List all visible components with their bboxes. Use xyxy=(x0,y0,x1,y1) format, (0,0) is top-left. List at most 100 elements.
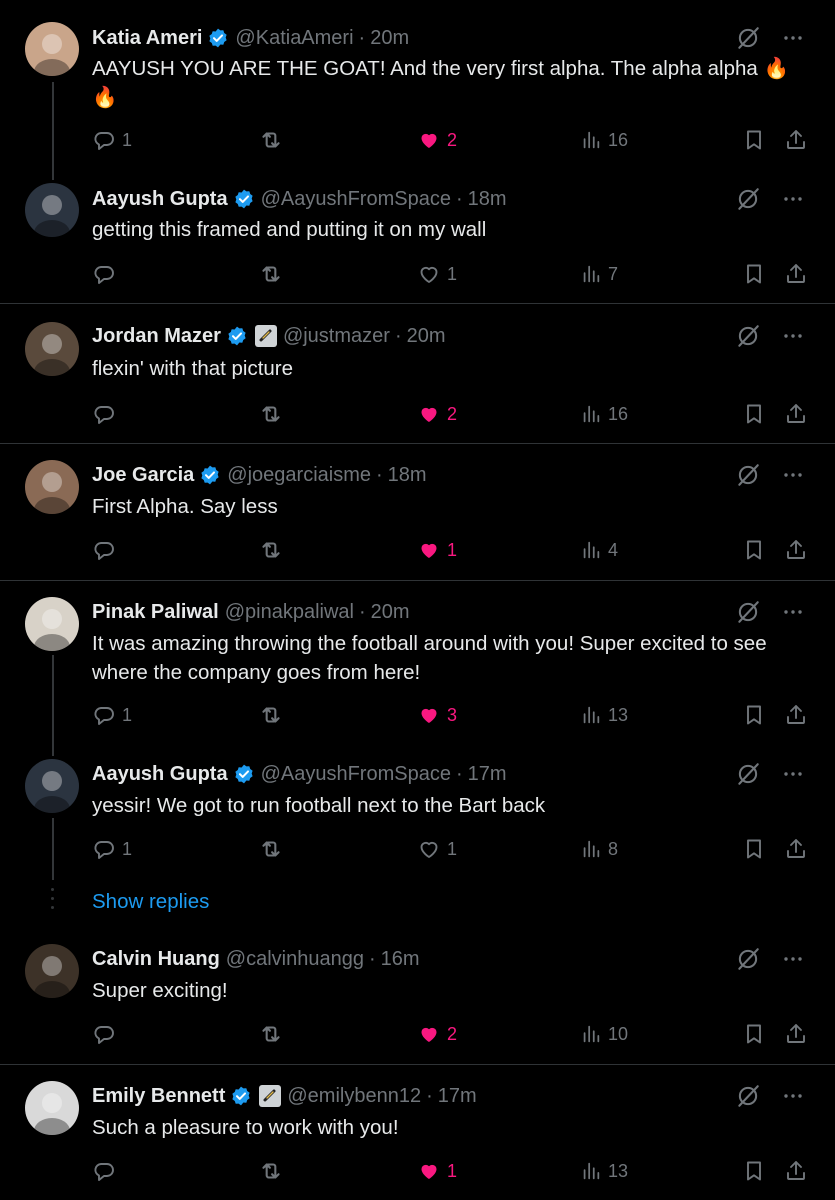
like-button[interactable]: 3 xyxy=(417,701,457,729)
grok-icon[interactable] xyxy=(735,25,761,51)
more-icon[interactable] xyxy=(781,600,805,624)
reply-button[interactable] xyxy=(92,1157,122,1185)
repost-button[interactable] xyxy=(258,260,290,288)
reply-button[interactable]: 1 xyxy=(92,701,132,729)
more-icon[interactable] xyxy=(781,187,805,211)
reply-button[interactable] xyxy=(92,536,122,564)
author-name[interactable]: Emily Bennett xyxy=(92,1085,225,1108)
bookmark-button[interactable] xyxy=(742,835,766,863)
repost-button[interactable] xyxy=(258,126,290,154)
share-button[interactable] xyxy=(784,835,808,863)
avatar[interactable] xyxy=(25,322,79,376)
author-name[interactable]: Joe Garcia xyxy=(92,464,194,487)
grok-icon[interactable] xyxy=(735,946,761,972)
bookmark-button[interactable] xyxy=(742,701,766,729)
share-button[interactable] xyxy=(784,126,808,154)
repost-button[interactable] xyxy=(258,1020,290,1048)
share-button[interactable] xyxy=(784,1020,808,1048)
like-button[interactable]: 1 xyxy=(417,536,457,564)
author-handle[interactable]: @joegarciaisme xyxy=(227,464,371,487)
tweet-header: Aayush Gupta @AayushFromSpace · 18m xyxy=(92,186,507,212)
reply-button[interactable]: 1 xyxy=(92,835,132,863)
avatar[interactable] xyxy=(25,1081,79,1135)
timestamp[interactable]: 20m xyxy=(370,27,409,50)
reply-button[interactable]: 1 xyxy=(92,126,132,154)
grok-icon[interactable] xyxy=(735,462,761,488)
timestamp[interactable]: 18m xyxy=(388,464,427,487)
bookmark-button[interactable] xyxy=(742,126,766,154)
avatar[interactable] xyxy=(25,944,79,998)
timestamp[interactable]: 20m xyxy=(371,601,410,624)
repost-button[interactable] xyxy=(258,400,290,428)
author-handle[interactable]: @justmazer xyxy=(283,325,390,348)
bookmark-button[interactable] xyxy=(742,260,766,288)
author-name[interactable]: Pinak Paliwal xyxy=(92,601,219,624)
author-handle[interactable]: @KatiaAmeri xyxy=(235,27,353,50)
timestamp[interactable]: 18m xyxy=(468,188,507,211)
reply-button[interactable] xyxy=(92,260,122,288)
more-icon[interactable] xyxy=(781,1084,805,1108)
grok-icon[interactable] xyxy=(735,186,761,212)
author-name[interactable]: Aayush Gupta xyxy=(92,188,228,211)
repost-button[interactable] xyxy=(258,701,290,729)
show-replies-link[interactable]: Show replies xyxy=(92,890,209,914)
grok-icon[interactable] xyxy=(735,761,761,787)
views-button[interactable]: 13 xyxy=(580,1157,628,1185)
grok-icon[interactable] xyxy=(735,1083,761,1109)
repost-button[interactable] xyxy=(258,835,290,863)
like-button[interactable]: 1 xyxy=(417,260,457,288)
avatar[interactable] xyxy=(25,183,79,237)
share-button[interactable] xyxy=(784,1157,808,1185)
views-button[interactable]: 8 xyxy=(580,835,618,863)
more-icon[interactable] xyxy=(781,947,805,971)
author-name[interactable]: Aayush Gupta xyxy=(92,763,228,786)
views-button[interactable]: 7 xyxy=(580,260,618,288)
avatar[interactable] xyxy=(25,460,79,514)
more-icon[interactable] xyxy=(781,26,805,50)
timestamp[interactable]: 16m xyxy=(381,948,420,971)
bookmark-button[interactable] xyxy=(742,1020,766,1048)
grok-icon[interactable] xyxy=(735,323,761,349)
author-name[interactable]: Katia Ameri xyxy=(92,27,202,50)
author-name[interactable]: Calvin Huang xyxy=(92,948,220,971)
grok-icon[interactable] xyxy=(735,599,761,625)
reply-button[interactable] xyxy=(92,1020,122,1048)
views-button[interactable]: 4 xyxy=(580,536,618,564)
like-button[interactable]: 2 xyxy=(417,1020,457,1048)
share-button[interactable] xyxy=(784,701,808,729)
like-button[interactable]: 2 xyxy=(417,126,457,154)
bookmark-button[interactable] xyxy=(742,536,766,564)
more-icon[interactable] xyxy=(781,463,805,487)
share-button[interactable] xyxy=(784,536,808,564)
reply-button[interactable] xyxy=(92,400,122,428)
more-icon[interactable] xyxy=(781,762,805,786)
repost-button[interactable] xyxy=(258,536,290,564)
repost-icon xyxy=(262,542,280,558)
repost-button[interactable] xyxy=(258,1157,290,1185)
like-button[interactable]: 1 xyxy=(417,835,457,863)
bookmark-button[interactable] xyxy=(742,400,766,428)
author-handle[interactable]: @calvinhuangg xyxy=(226,948,364,971)
views-button[interactable]: 10 xyxy=(580,1020,628,1048)
author-handle[interactable]: @AayushFromSpace xyxy=(261,188,451,211)
like-button[interactable]: 1 xyxy=(417,1157,457,1185)
author-handle[interactable]: @emilybenn12 xyxy=(287,1085,421,1108)
views-button[interactable]: 13 xyxy=(580,701,628,729)
bookmark-button[interactable] xyxy=(742,1157,766,1185)
author-handle[interactable]: @AayushFromSpace xyxy=(261,763,451,786)
views-button[interactable]: 16 xyxy=(580,400,628,428)
timestamp[interactable]: 17m xyxy=(438,1085,477,1108)
share-button[interactable] xyxy=(784,260,808,288)
author-handle[interactable]: @pinakpaliwal xyxy=(225,601,354,624)
timestamp[interactable]: 17m xyxy=(468,763,507,786)
avatar[interactable] xyxy=(25,759,79,813)
share-button[interactable] xyxy=(784,400,808,428)
more-icon[interactable] xyxy=(781,324,805,348)
views-button[interactable]: 16 xyxy=(580,126,628,154)
author-name[interactable]: Jordan Mazer xyxy=(92,325,221,348)
timestamp[interactable]: 20m xyxy=(407,325,446,348)
like-button[interactable]: 2 xyxy=(417,400,457,428)
tweet-actions: 2 16 xyxy=(92,400,810,428)
avatar[interactable] xyxy=(25,597,79,651)
avatar[interactable] xyxy=(25,22,79,76)
